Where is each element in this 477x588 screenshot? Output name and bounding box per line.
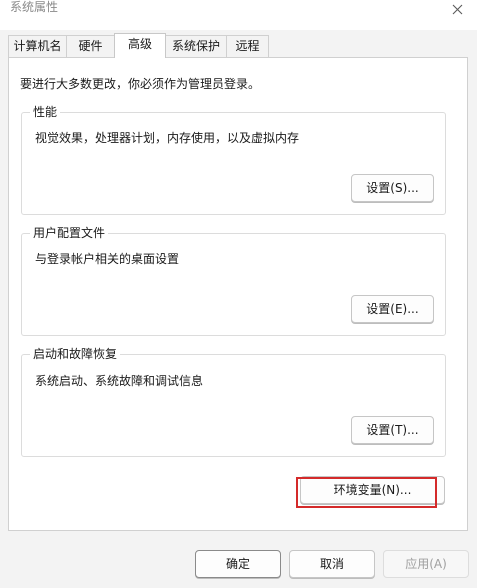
apply-button[interactable]: 应用(A)	[383, 550, 469, 578]
startup-recovery-description: 系统启动、系统故障和调试信息	[35, 374, 204, 388]
cancel-button[interactable]: 取消	[289, 550, 375, 578]
dialog-footer: 确定 取消 应用(A)	[0, 532, 477, 588]
tab-computer-name[interactable]: 计算机名	[8, 35, 67, 57]
tab-advanced[interactable]: 高级	[114, 33, 166, 58]
admin-note: 要进行大多数更改，你必须作为管理员登录。	[20, 77, 261, 91]
startup-recovery-group-label: 启动和故障恢复	[30, 346, 121, 362]
performance-group: 性能 视觉效果，处理器计划，内存使用，以及虚拟内存 设置(S)...	[21, 104, 446, 215]
performance-description: 视觉效果，处理器计划，内存使用，以及虚拟内存	[35, 131, 300, 145]
close-button[interactable]	[437, 0, 477, 18]
tab-strip: 计算机名 硬件 高级 系统保护 远程	[8, 33, 468, 58]
environment-variables-button[interactable]: 环境变量(N)...	[300, 476, 445, 504]
tab-remote[interactable]: 远程	[226, 35, 269, 57]
user-profiles-group-label: 用户配置文件	[30, 225, 109, 241]
user-profiles-settings-button[interactable]: 设置(E)...	[351, 295, 434, 323]
ok-button[interactable]: 确定	[195, 550, 281, 578]
close-icon	[452, 4, 462, 14]
window-title: 系统属性	[10, 0, 59, 14]
title-bar: 系统属性	[0, 0, 477, 30]
startup-recovery-settings-button[interactable]: 设置(T)...	[351, 416, 434, 444]
startup-recovery-group: 启动和故障恢复 系统启动、系统故障和调试信息 设置(T)...	[21, 346, 446, 457]
performance-settings-button[interactable]: 设置(S)...	[351, 174, 434, 202]
performance-group-label: 性能	[30, 104, 61, 120]
user-profiles-description: 与登录帐户相关的桌面设置	[35, 252, 180, 266]
system-properties-window: 系统属性 计算机名 硬件 高级 系统保护 远程 要进行大多数更改，你必须作为管理…	[0, 0, 477, 588]
user-profiles-group: 用户配置文件 与登录帐户相关的桌面设置 设置(E)...	[21, 225, 446, 336]
tab-system-protection[interactable]: 系统保护	[165, 35, 227, 57]
tab-hardware[interactable]: 硬件	[66, 35, 115, 57]
